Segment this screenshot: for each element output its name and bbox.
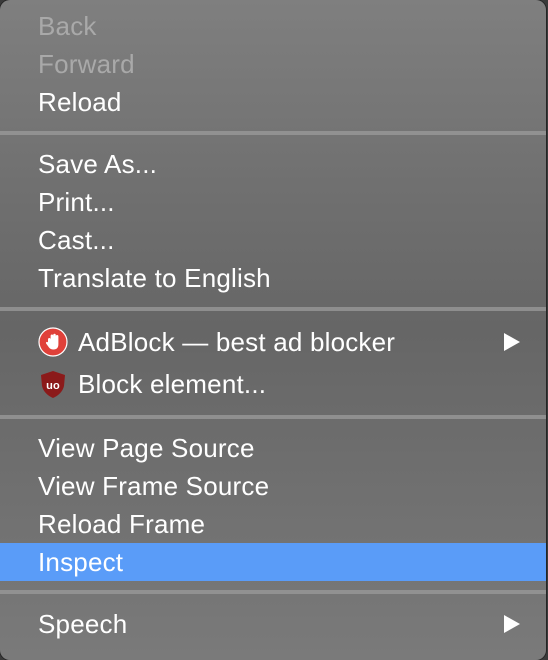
menu-item-speech[interactable]: Speech: [0, 605, 546, 643]
menu-item-label: View Frame Source: [38, 470, 270, 501]
menu-item-reload[interactable]: Reload: [0, 83, 546, 121]
adblock-hand-icon: [38, 327, 68, 357]
menu-item-label: Reload Frame: [38, 508, 206, 539]
menu-item-label: Translate to English: [38, 262, 271, 293]
menu-item-forward[interactable]: Forward: [0, 45, 546, 83]
menu-separator: [0, 415, 546, 419]
menu-item-label: Block element...: [78, 368, 267, 399]
menu-item-label: Save As...: [38, 148, 158, 179]
chevron-right-icon: [504, 615, 520, 633]
menu-item-label: Inspect: [38, 546, 124, 577]
menu-item-label: Speech: [38, 608, 128, 639]
menu-item-reload-frame[interactable]: Reload Frame: [0, 505, 546, 543]
menu-item-view-frame-source[interactable]: View Frame Source: [0, 467, 546, 505]
menu-item-translate[interactable]: Translate to English: [0, 259, 546, 297]
menu-item-back[interactable]: Back: [0, 7, 546, 45]
menu-item-label: Forward: [38, 48, 135, 79]
menu-item-label: Cast...: [38, 224, 115, 255]
menu-item-label: Back: [38, 10, 97, 41]
ublock-origin-icon: uo: [38, 369, 68, 399]
menu-item-save-as[interactable]: Save As...: [0, 145, 546, 183]
menu-item-block-element[interactable]: uo Block element...: [0, 365, 546, 403]
menu-separator: [0, 590, 546, 594]
menu-item-label: Print...: [38, 186, 115, 217]
menu-item-view-page-source[interactable]: View Page Source: [0, 429, 546, 467]
menu-separator: [0, 131, 546, 135]
menu-item-print[interactable]: Print...: [0, 183, 546, 221]
menu-item-label: Reload: [38, 86, 122, 117]
chevron-right-icon: [504, 333, 520, 351]
menu-item-label: View Page Source: [38, 432, 255, 463]
context-menu: Back Forward Reload Save As... Print... …: [0, 0, 546, 660]
svg-text:uo: uo: [46, 380, 60, 392]
menu-item-label: AdBlock — best ad blocker: [78, 326, 396, 357]
menu-item-cast[interactable]: Cast...: [0, 221, 546, 259]
menu-separator: [0, 307, 546, 311]
menu-item-inspect[interactable]: Inspect: [0, 543, 546, 581]
menu-item-adblock[interactable]: AdBlock — best ad blocker: [0, 323, 546, 361]
